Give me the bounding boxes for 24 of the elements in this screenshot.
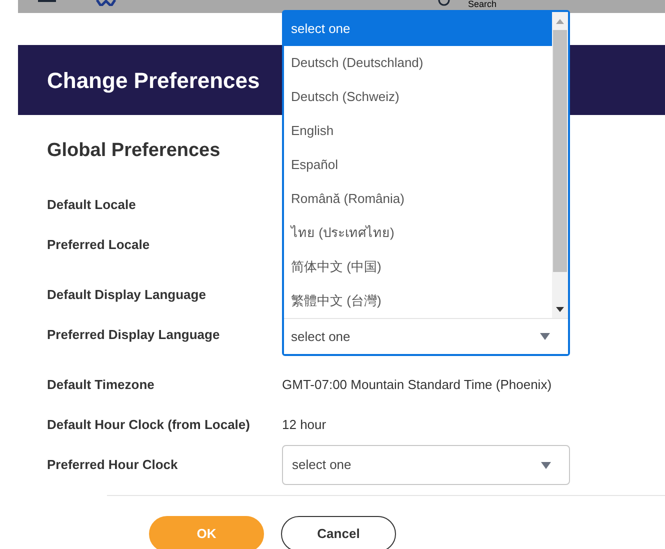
scrollbar-thumb[interactable] [553, 30, 567, 272]
dropdown-option[interactable]: select one [284, 12, 552, 46]
search-field[interactable]: Search [468, 0, 497, 9]
field-label: Default Display Language [47, 286, 207, 304]
caret-icon [540, 333, 550, 340]
field-label: Default Hour Clock (from Locale) [47, 416, 251, 434]
select-field[interactable]: select one [282, 445, 570, 485]
field-label: Default Timezone [47, 376, 156, 394]
field-value: GMT-07:00 Mountain Standard Time (Phoenix) [282, 376, 552, 394]
scroll-down-icon[interactable] [556, 306, 564, 312]
cancel-button[interactable]: Cancel [281, 516, 396, 549]
field-label: Preferred Hour Clock [47, 456, 179, 474]
field-label: Preferred Locale [47, 236, 151, 254]
field-label: Default Locale [47, 196, 137, 214]
select-field[interactable]: select one [284, 318, 568, 354]
logo-icon[interactable] [96, 0, 116, 6]
page-title: Change Preferences [47, 66, 260, 95]
menu-icon[interactable] [38, 0, 56, 4]
search-icon[interactable] [438, 0, 450, 6]
scrollbar[interactable] [552, 12, 568, 318]
section-title: Global Preferences [47, 139, 222, 163]
field-value: 12 hour [282, 416, 326, 434]
field-label: Preferred Display Language [47, 326, 221, 344]
caret-icon [541, 462, 551, 468]
